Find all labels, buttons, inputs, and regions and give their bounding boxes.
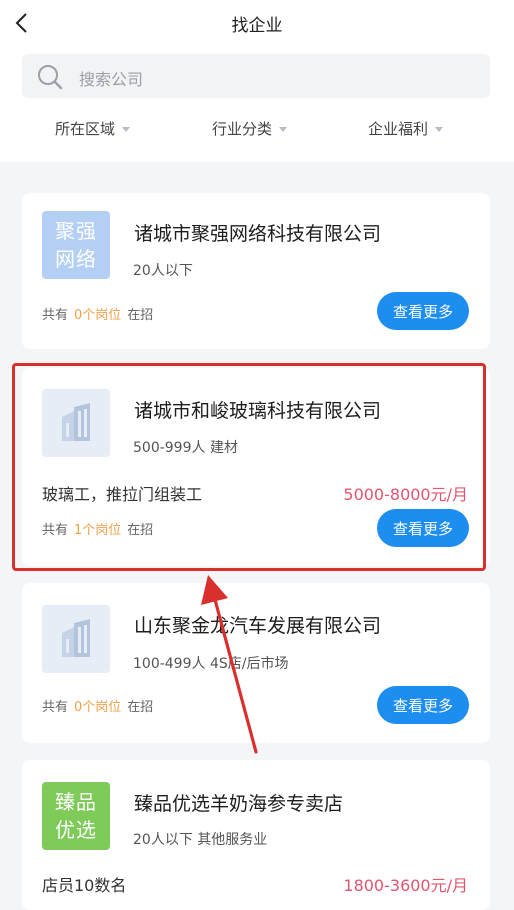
openings-info: 共有 0个岗位 在招 — [42, 696, 153, 715]
job-title[interactable]: 玻璃工，推拉门组装工 — [42, 481, 202, 505]
openings-count: 0个岗位 — [74, 308, 122, 323]
company-logo — [42, 389, 110, 457]
company-name[interactable]: 山东聚金龙汽车发展有限公司 — [134, 611, 381, 638]
company-card[interactable]: 诸城市和峻玻璃科技有限公司 500-999人 建材 玻璃工，推拉门组装工 500… — [22, 368, 490, 566]
openings-info: 共有 0个岗位 在招 — [42, 304, 153, 323]
search-icon — [38, 65, 63, 90]
openings-suffix: 在招 — [127, 700, 154, 715]
company-logo: 臻品 优选 — [42, 782, 110, 850]
caret-down-icon — [279, 127, 288, 132]
openings-prefix: 共有 — [42, 700, 69, 715]
filter-region-label: 所在区域 — [55, 120, 116, 138]
company-meta: 20人以下 其他服务业 — [133, 832, 268, 848]
company-logo — [42, 605, 110, 673]
caret-down-icon — [122, 127, 131, 132]
building-icon — [62, 619, 90, 657]
openings-suffix: 在招 — [127, 308, 154, 323]
view-more-button[interactable]: 查看更多 — [377, 292, 469, 330]
view-more-button[interactable]: 查看更多 — [377, 509, 469, 547]
search-input[interactable]: 搜索公司 — [79, 66, 143, 90]
company-card[interactable]: 臻品 优选 臻品优选羊奶海参专卖店 20人以下 其他服务业 店员10数名 180… — [22, 760, 490, 910]
openings-count: 0个岗位 — [74, 700, 122, 715]
openings-prefix: 共有 — [42, 523, 69, 538]
logo-text: 优选 — [55, 818, 97, 842]
salary-range: 1800-3600元/月 — [343, 876, 468, 895]
openings-info: 共有 1个岗位 在招 — [42, 519, 153, 538]
top-header: 找企业 搜索公司 所在区域 行业分类 企业福利 — [0, 0, 514, 162]
openings-prefix: 共有 — [42, 308, 69, 323]
filter-industry[interactable]: 行业分类 — [212, 118, 288, 139]
company-name[interactable]: 臻品优选羊奶海参专卖店 — [134, 789, 343, 816]
company-name[interactable]: 诸城市和峻玻璃科技有限公司 — [134, 396, 381, 423]
logo-text: 网络 — [55, 247, 97, 271]
company-card[interactable]: 聚强 网络 诸城市聚强网络科技有限公司 20人以下 共有 0个岗位 在招 查看更多 — [22, 193, 490, 349]
view-more-button[interactable]: 查看更多 — [377, 686, 469, 724]
search-bar[interactable]: 搜索公司 — [22, 54, 490, 98]
company-logo: 聚强 网络 — [42, 211, 110, 279]
company-card[interactable]: 山东聚金龙汽车发展有限公司 100-499人 4S店/后市场 共有 0个岗位 在招 … — [22, 583, 490, 743]
company-meta: 20人以下 — [133, 263, 193, 279]
caret-down-icon — [435, 127, 444, 132]
filter-benefits-label: 企业福利 — [368, 120, 429, 138]
company-meta: 500-999人 建材 — [133, 440, 238, 456]
openings-count: 1个岗位 — [74, 523, 122, 538]
job-title[interactable]: 店员10数名 — [42, 872, 126, 896]
page-title: 找企业 — [231, 16, 283, 36]
filter-region[interactable]: 所在区域 — [55, 118, 131, 139]
company-name[interactable]: 诸城市聚强网络科技有限公司 — [134, 219, 381, 246]
logo-text: 臻品 — [55, 790, 97, 814]
company-meta: 100-499人 4S店/后市场 — [133, 656, 289, 672]
salary-range: 5000-8000元/月 — [343, 485, 468, 504]
openings-suffix: 在招 — [127, 523, 154, 538]
filter-benefits[interactable]: 企业福利 — [368, 118, 444, 139]
filter-industry-label: 行业分类 — [212, 120, 273, 138]
building-icon — [62, 403, 90, 441]
logo-text: 聚强 — [55, 219, 97, 243]
